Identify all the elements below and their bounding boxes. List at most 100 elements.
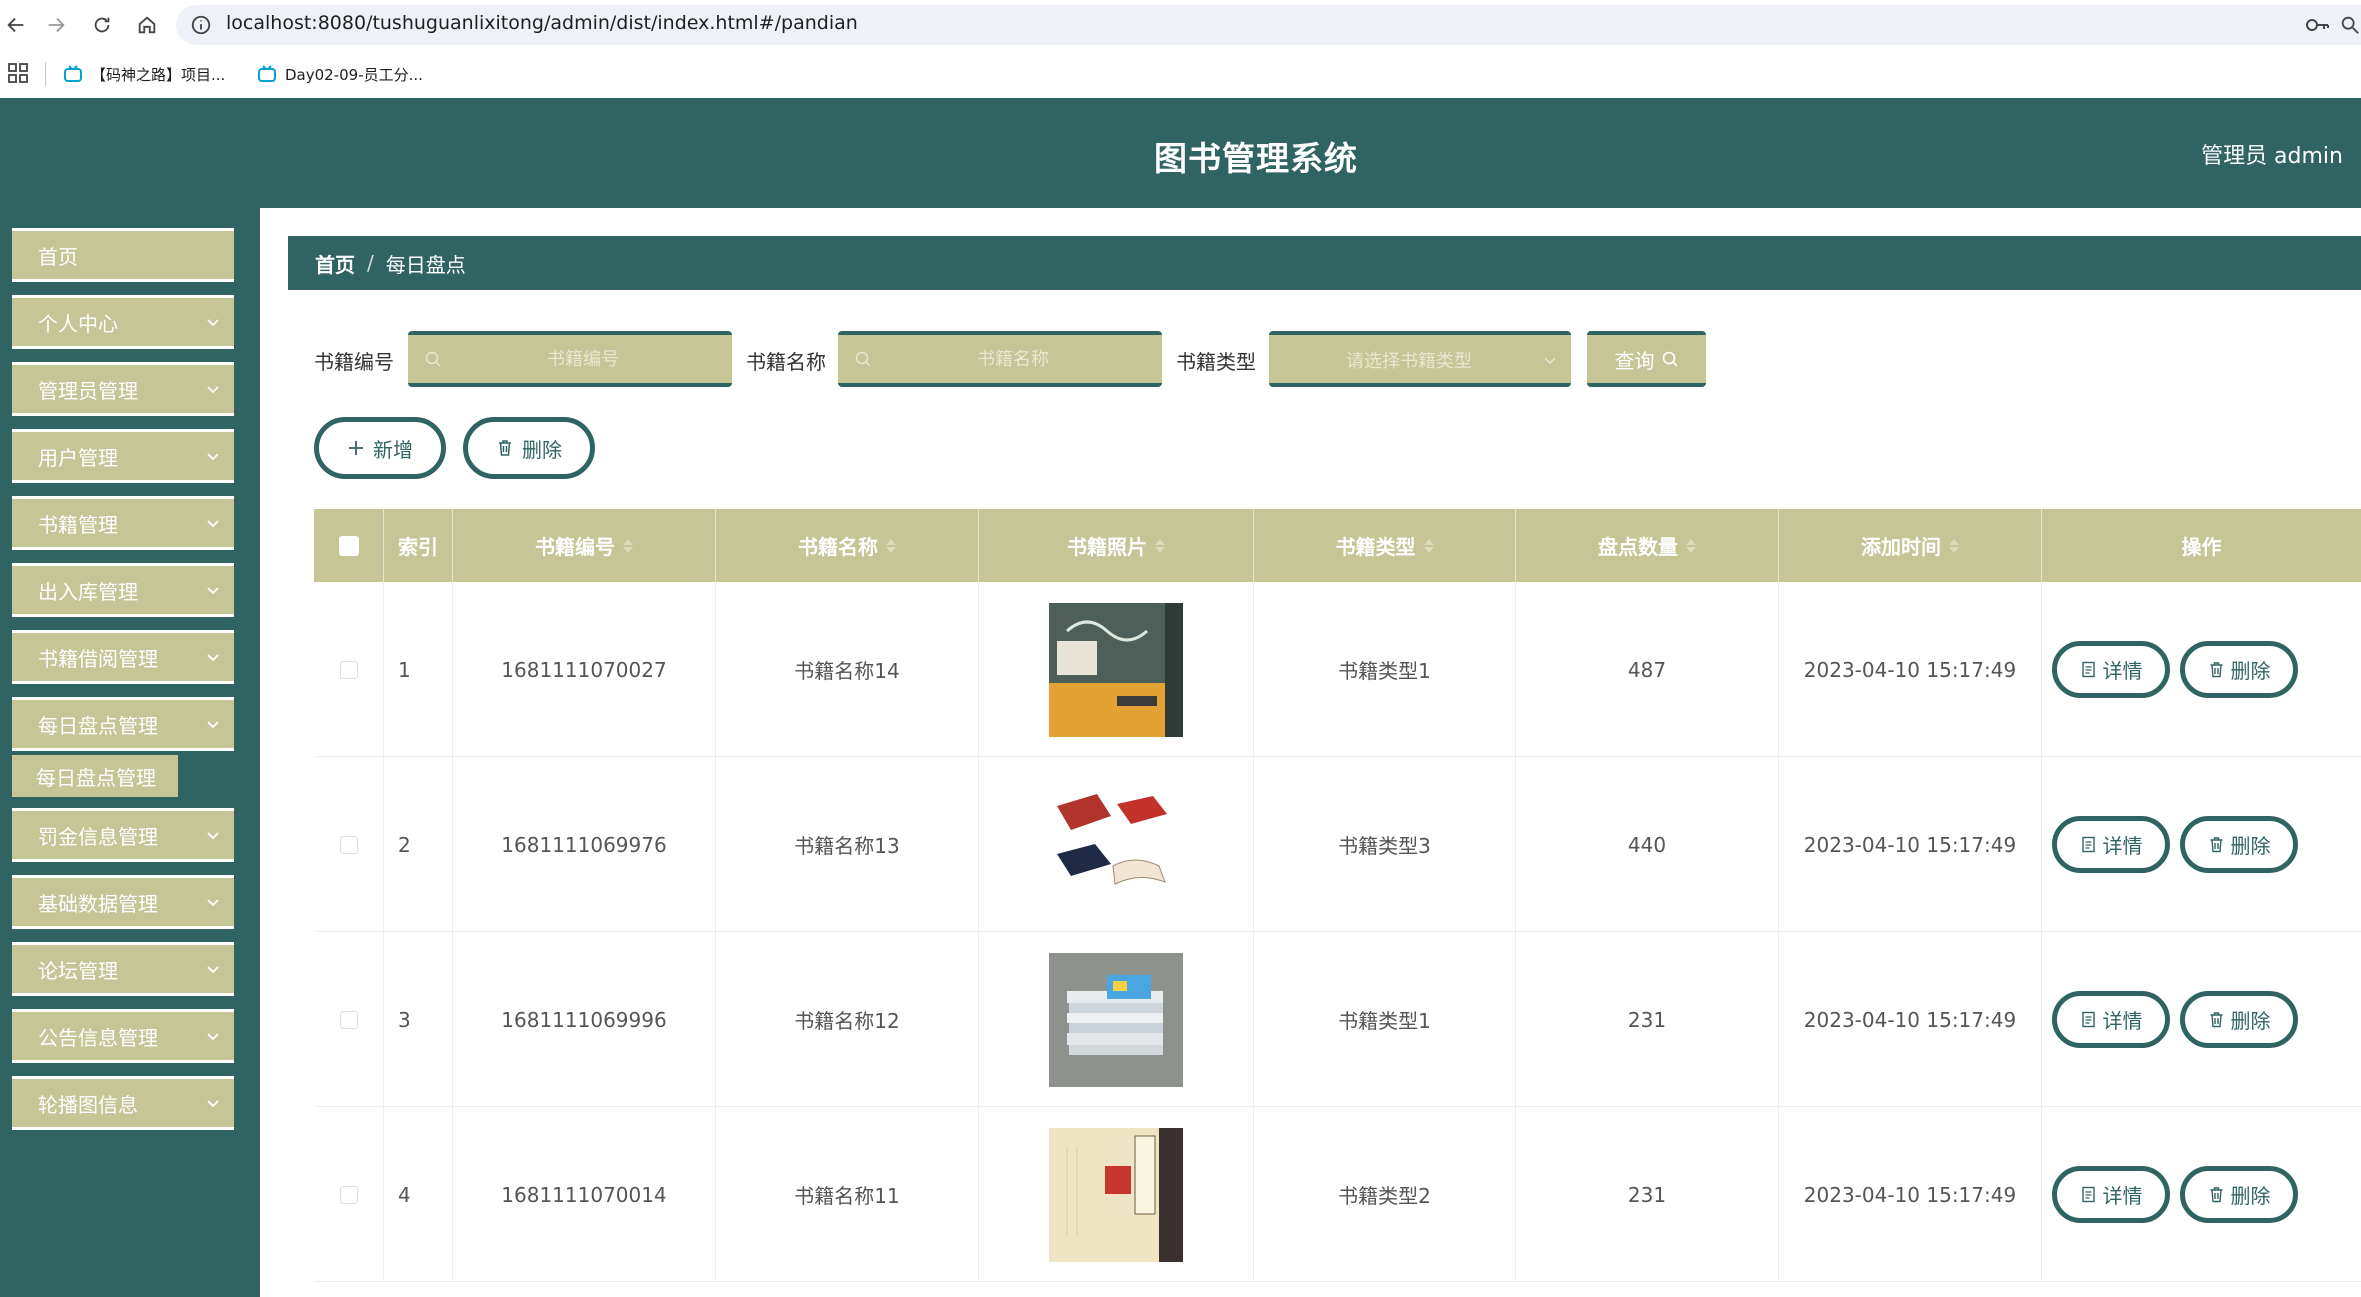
sidebar-item-home[interactable]: 首页 xyxy=(12,228,234,282)
address-bar[interactable]: localhost:8080/tushuguanlixitong/admin/d… xyxy=(176,5,2361,45)
select-all-checkbox[interactable] xyxy=(338,535,359,556)
book-cover-image[interactable] xyxy=(1047,601,1185,739)
sidebar-item-carousel[interactable]: 轮播图信息 xyxy=(12,1076,234,1130)
book-cover-image[interactable] xyxy=(1047,951,1185,1089)
submenu-item-daily-inventory[interactable]: 每日盘点管理 xyxy=(12,755,178,797)
search-icon xyxy=(425,351,441,367)
chevron-down-icon xyxy=(207,520,219,528)
operation-cell: 详情 删除 xyxy=(2042,757,2361,932)
sort-icon[interactable] xyxy=(623,538,633,553)
sidebar-item-daily-inventory[interactable]: 每日盘点管理 xyxy=(12,697,234,751)
index-cell: 1 xyxy=(384,582,453,757)
detail-button-label: 详情 xyxy=(2102,659,2143,683)
breadcrumb-home[interactable]: 首页 xyxy=(315,249,355,278)
reload-icon[interactable] xyxy=(86,9,118,41)
delete-button-label: 删除 xyxy=(2230,834,2271,858)
zoom-icon[interactable] xyxy=(2339,14,2361,36)
book-no-field[interactable] xyxy=(408,331,732,387)
detail-button-label: 详情 xyxy=(2102,1009,2143,1033)
breadcrumb: 首页 / 每日盘点 xyxy=(288,236,2361,290)
sort-icon[interactable] xyxy=(1155,538,1165,553)
chevron-down-icon xyxy=(207,899,219,907)
sidebar-item-admin-management[interactable]: 管理员管理 xyxy=(12,362,234,416)
delete-button[interactable]: 删除 xyxy=(2180,1166,2298,1223)
back-icon[interactable] xyxy=(0,9,32,41)
book-photo-cell xyxy=(979,1107,1254,1282)
forward-icon[interactable] xyxy=(40,9,72,41)
sort-icon[interactable] xyxy=(886,538,896,553)
row-checkbox[interactable] xyxy=(339,660,358,679)
delete-button[interactable]: 删除 xyxy=(2180,816,2298,873)
query-button[interactable]: 查询 xyxy=(1587,331,1706,387)
table-header: 索引 书籍编号 书籍名称 书籍照片 书籍类型 盘点数量 添加时间 操作 xyxy=(314,509,2361,582)
delete-button[interactable]: 删除 xyxy=(2180,991,2298,1048)
book-type-cell: 书籍类型3 xyxy=(1254,757,1516,932)
sort-icon[interactable] xyxy=(1423,538,1434,553)
col-book-type[interactable]: 书籍类型 xyxy=(1254,509,1516,582)
book-cover-image[interactable] xyxy=(1047,776,1185,914)
bookmark-separator xyxy=(45,62,46,86)
app-header: 图书管理系统 管理员 admin xyxy=(0,98,2361,208)
table-row: 2 1681111069976 书籍名称13 书籍类型3 440 2023-04… xyxy=(314,757,2361,932)
url-text[interactable]: localhost:8080/tushuguanlixitong/admin/d… xyxy=(226,12,858,34)
col-count[interactable]: 盘点数量 xyxy=(1516,509,1779,582)
col-book-name[interactable]: 书籍名称 xyxy=(716,509,979,582)
sidebar-item-borrow-management[interactable]: 书籍借阅管理 xyxy=(12,630,234,684)
sidebar-item-label: 首页 xyxy=(38,244,78,269)
col-book-no[interactable]: 书籍编号 xyxy=(453,509,716,582)
app-title: 图书管理系统 xyxy=(1154,139,1358,178)
sort-icon[interactable] xyxy=(1686,538,1696,553)
trash-icon xyxy=(499,440,511,456)
row-checkbox[interactable] xyxy=(339,1010,358,1029)
row-select-cell xyxy=(314,757,384,932)
apps-grid-icon[interactable] xyxy=(8,63,28,83)
add-button[interactable]: 新增 xyxy=(314,417,446,479)
col-index: 索引 xyxy=(384,509,453,582)
sidebar-item-book-management[interactable]: 书籍管理 xyxy=(12,496,234,550)
sidebar-item-personal-center[interactable]: 个人中心 xyxy=(12,295,234,349)
book-name-field[interactable] xyxy=(838,331,1162,387)
chevron-down-icon xyxy=(207,319,219,327)
book-name-input[interactable] xyxy=(878,335,1148,383)
sidebar-item-basic-data[interactable]: 基础数据管理 xyxy=(12,875,234,929)
chevron-down-icon xyxy=(207,1100,219,1108)
delete-button[interactable]: 删除 xyxy=(2180,641,2298,698)
sidebar: 首页 个人中心 管理员管理 用户管理 书籍管理 出入库管理 书籍借阅管理 每日盘… xyxy=(0,208,260,1297)
bookmark-item[interactable]: 【码神之路】项目... xyxy=(63,60,225,88)
book-cover-image[interactable] xyxy=(1047,1126,1185,1264)
sidebar-item-notice-management[interactable]: 公告信息管理 xyxy=(12,1009,234,1063)
row-checkbox[interactable] xyxy=(339,1185,358,1204)
col-added-time[interactable]: 添加时间 xyxy=(1779,509,2042,582)
added-time-cell: 2023-04-10 15:17:49 xyxy=(1779,582,2042,757)
home-icon[interactable] xyxy=(131,9,163,41)
book-no-input[interactable] xyxy=(448,335,718,383)
batch-delete-button[interactable]: 删除 xyxy=(463,417,595,479)
sidebar-item-forum-management[interactable]: 论坛管理 xyxy=(12,942,234,996)
add-button-label: 新增 xyxy=(373,437,413,462)
bookmark-item[interactable]: Day02-09-员工分... xyxy=(257,60,423,88)
sidebar-item-label: 罚金信息管理 xyxy=(38,824,158,849)
password-key-icon[interactable] xyxy=(2305,15,2329,35)
book-type-cell: 书籍类型1 xyxy=(1254,582,1516,757)
detail-button[interactable]: 详情 xyxy=(2052,816,2170,873)
detail-button[interactable]: 详情 xyxy=(2052,991,2170,1048)
current-user[interactable]: 管理员 admin xyxy=(2201,138,2343,170)
row-select-cell xyxy=(314,932,384,1107)
table-row: 3 1681111069996 书籍名称12 书籍类型1 231 2023-04… xyxy=(314,932,2361,1107)
breadcrumb-current: 每日盘点 xyxy=(385,252,466,277)
document-icon xyxy=(2081,836,2095,853)
sidebar-item-fine-management[interactable]: 罚金信息管理 xyxy=(12,808,234,862)
book-type-label: 书籍类型 xyxy=(1176,350,1256,374)
col-book-photo[interactable]: 书籍照片 xyxy=(979,509,1254,582)
detail-button-label: 详情 xyxy=(2102,1184,2143,1208)
count-cell: 231 xyxy=(1516,932,1779,1107)
detail-button[interactable]: 详情 xyxy=(2052,1166,2170,1223)
sidebar-item-label: 书籍管理 xyxy=(38,512,118,537)
sidebar-item-stock-management[interactable]: 出入库管理 xyxy=(12,563,234,617)
sort-icon[interactable] xyxy=(1949,538,1959,553)
book-type-select[interactable]: 请选择书籍类型 xyxy=(1269,331,1571,387)
detail-button[interactable]: 详情 xyxy=(2052,641,2170,698)
site-info-icon[interactable] xyxy=(190,14,212,36)
sidebar-item-user-management[interactable]: 用户管理 xyxy=(12,429,234,483)
row-checkbox[interactable] xyxy=(339,835,358,854)
